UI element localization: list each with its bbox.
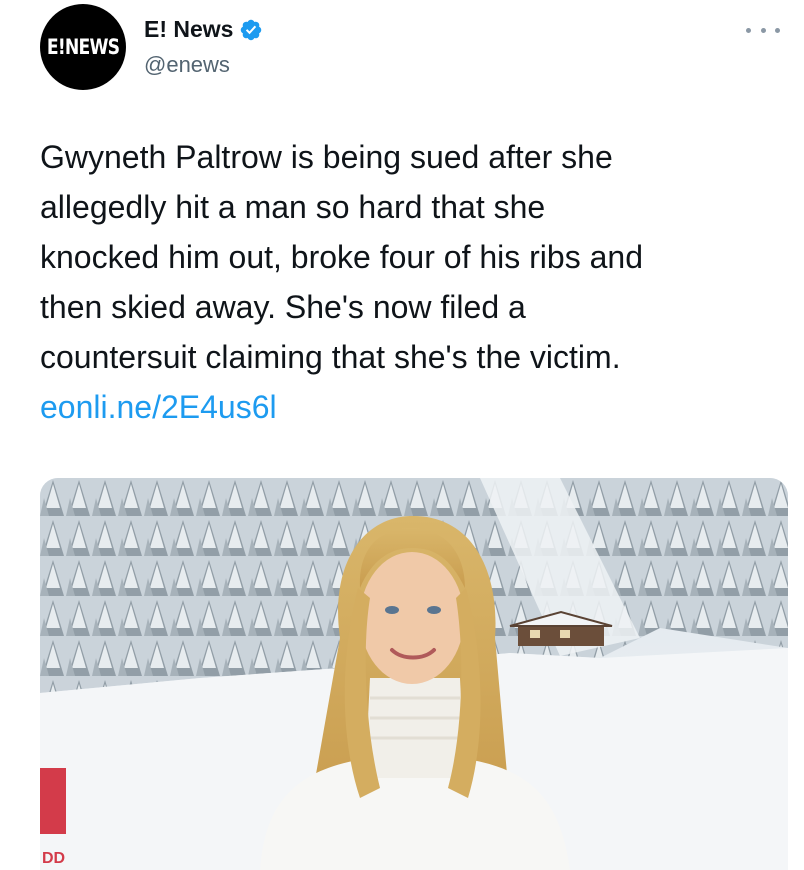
tweet-text-line: Gwyneth Paltrow is being sued after she xyxy=(40,139,613,175)
tweet: E!NEWS E! News @enews Gwyneth Paltrow is… xyxy=(0,0,804,870)
tweet-text-line: countersuit claiming that she's the vict… xyxy=(40,339,621,375)
banner-text: DD xyxy=(42,850,65,867)
tweet-text-line: allegedly hit a man so hard that she xyxy=(40,189,546,225)
account-handle[interactable]: @enews xyxy=(144,52,230,78)
tweet-text-line: knocked him out, broke four of his ribs … xyxy=(40,239,643,275)
more-options-icon[interactable] xyxy=(746,20,780,40)
avatar[interactable]: E!NEWS xyxy=(40,4,126,90)
photo-illustration: DD xyxy=(40,478,788,870)
tweet-text-line: then skied away. She's now filed a xyxy=(40,289,526,325)
author-name-row: E! News xyxy=(144,16,263,43)
verified-badge-icon xyxy=(239,18,263,42)
display-name[interactable]: E! News xyxy=(144,16,233,43)
tweet-link[interactable]: eonli.ne/2E4us6l xyxy=(40,389,277,425)
tweet-media-photo[interactable]: DD xyxy=(40,478,788,870)
tweet-text: Gwyneth Paltrow is being sued after she … xyxy=(40,132,780,432)
avatar-logo-text: E!NEWS xyxy=(46,35,120,59)
